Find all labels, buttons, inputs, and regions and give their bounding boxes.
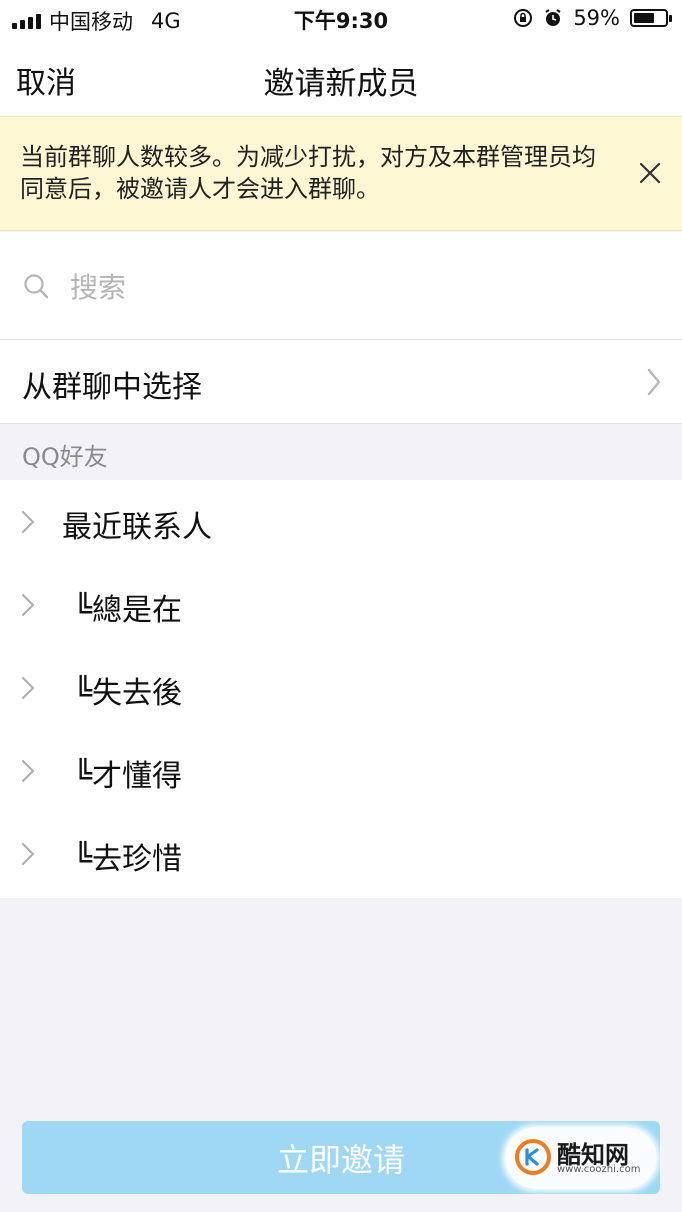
friend-group-item[interactable]: 最近联系人 bbox=[0, 480, 682, 564]
friend-group-item[interactable]: ╚總是在 bbox=[0, 563, 682, 647]
battery-percent: 59% bbox=[573, 6, 620, 30]
battery-icon bbox=[630, 9, 672, 27]
chevron-right-icon bbox=[21, 759, 35, 783]
select-from-group-row[interactable]: 从群聊中选择 bbox=[0, 340, 682, 424]
search-input[interactable] bbox=[68, 262, 632, 312]
watermark: 酷知网 www.coozhi.com bbox=[505, 1127, 657, 1189]
friend-group-label: ╚才懂得 bbox=[74, 759, 183, 794]
battery-fill bbox=[634, 13, 655, 23]
chevron-right-icon bbox=[21, 842, 35, 866]
page-title: 邀请新成员 bbox=[263, 66, 419, 102]
status-bar: 中国移动 4G 下午9:30 59% bbox=[0, 0, 682, 38]
watermark-url: www.coozhi.com bbox=[557, 1164, 641, 1175]
rotation-lock-icon bbox=[514, 9, 533, 27]
notice-banner: 当前群聊人数较多。为减少打扰，对方及本群管理员均同意后，被邀请人才会进入群聊。 bbox=[0, 116, 682, 231]
section-header-label: QQ好友 bbox=[22, 443, 108, 471]
friend-group-label: 最近联系人 bbox=[62, 510, 212, 545]
watermark-logo-icon bbox=[515, 1139, 551, 1175]
select-from-group-label: 从群聊中选择 bbox=[22, 370, 202, 405]
friend-group-label: ╚總是在 bbox=[74, 593, 183, 628]
chevron-right-icon bbox=[647, 368, 661, 396]
friend-group-item[interactable]: ╚失去後 bbox=[0, 646, 682, 730]
section-header: QQ好友 bbox=[0, 424, 682, 480]
friend-group-label: ╚去珍惜 bbox=[74, 842, 183, 877]
friend-group-label: ╚失去後 bbox=[74, 676, 183, 711]
search-icon bbox=[24, 274, 49, 299]
friend-group-list: 最近联系人 ╚總是在 ╚失去後 ╚才懂得 ╚去珍惜 bbox=[0, 480, 682, 898]
friend-group-item[interactable]: ╚去珍惜 bbox=[0, 812, 682, 896]
close-icon[interactable] bbox=[638, 161, 662, 185]
nav-bar: 取消 邀请新成员 bbox=[0, 38, 682, 116]
chevron-right-icon bbox=[21, 593, 35, 617]
alarm-icon bbox=[545, 9, 561, 26]
chevron-right-icon bbox=[21, 510, 35, 534]
search-bar bbox=[0, 232, 682, 340]
notice-text: 当前群聊人数较多。为减少打扰，对方及本群管理员均同意后，被邀请人才会进入群聊。 bbox=[20, 143, 596, 203]
status-right: 59% bbox=[513, 6, 672, 30]
friend-group-item[interactable]: ╚才懂得 bbox=[0, 729, 682, 813]
chevron-right-icon bbox=[21, 676, 35, 700]
